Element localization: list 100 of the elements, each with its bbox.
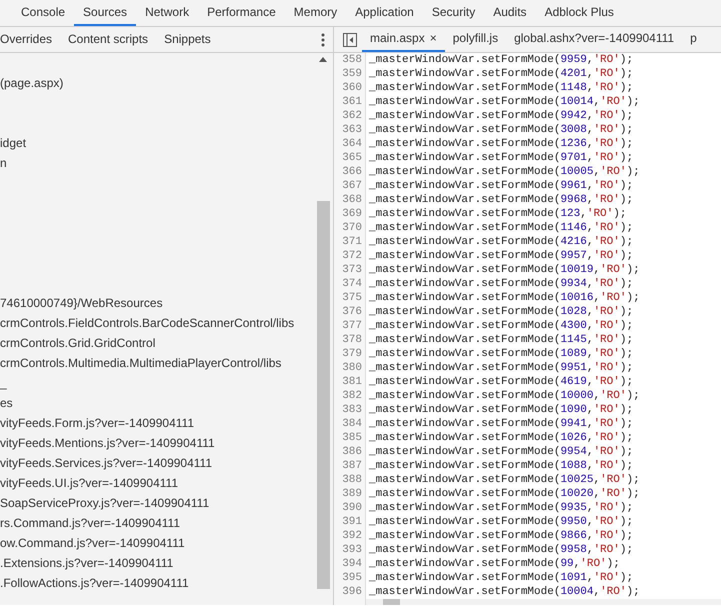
file-tab-label: global.ashx?ver=-1409904111 (514, 31, 674, 45)
line-number: 393 (341, 543, 363, 557)
tree-item[interactable]: ow.Command.js?ver=-1409904111 (0, 536, 185, 550)
panel-tab[interactable]: Security (422, 0, 484, 26)
code-line: _masterWindowVar.setFormMode(9866,'RO'); (368, 529, 634, 543)
line-number: 372 (341, 249, 363, 263)
tree-item[interactable]: rs.Command.js?ver=-1409904111 (0, 516, 180, 530)
file-tab-label: p (690, 31, 697, 45)
panel-tab[interactable]: Console (12, 0, 74, 26)
code-line: _masterWindowVar.setFormMode(1148,'RO'); (368, 81, 634, 95)
file-tab[interactable]: global.ashx?ver=-1409904111 (506, 26, 682, 52)
tree-item[interactable]: crmControls.Multimedia.MultimediaPlayerControl/libs (0, 356, 282, 370)
file-tab[interactable]: main.aspx × (362, 26, 445, 52)
line-number: 360 (341, 81, 363, 95)
tree-item[interactable]: es (0, 396, 13, 410)
code-line: _masterWindowVar.setFormMode(123,'RO'); (368, 207, 628, 221)
panel-tab[interactable]: Application (346, 0, 423, 26)
code-line: _masterWindowVar.setFormMode(9935,'RO'); (368, 501, 634, 515)
code-line: _masterWindowVar.setFormMode(9958,'RO'); (368, 543, 634, 557)
code-line: _masterWindowVar.setFormMode(9957,'RO'); (368, 249, 634, 263)
toggle-navigator-icon[interactable] (342, 32, 358, 48)
tree-item[interactable]: _ (0, 376, 7, 390)
tree-item[interactable]: .FollowActions.js?ver=-1409904111 (0, 576, 189, 590)
line-number: 390 (341, 501, 363, 515)
code-line: _masterWindowVar.setFormMode(9934,'RO'); (368, 277, 634, 291)
code-line: _masterWindowVar.setFormMode(9959,'RO'); (368, 53, 634, 67)
close-icon[interactable]: × (430, 31, 437, 45)
file-tab[interactable]: polyfill.js (444, 26, 506, 52)
panel-tab[interactable]: Audits (484, 0, 536, 26)
code-line: _masterWindowVar.setFormMode(10004,'RO'); (368, 585, 640, 599)
code-line: _masterWindowVar.setFormMode(4619,'RO'); (368, 375, 634, 389)
line-number: 391 (341, 515, 363, 529)
tree-item[interactable]: vityFeeds.Mentions.js?ver=-1409904111 (0, 436, 215, 450)
more-options-icon[interactable] (321, 32, 325, 46)
code-line: _masterWindowVar.setFormMode(4300,'RO'); (368, 319, 634, 333)
tree-item[interactable]: n (0, 156, 7, 170)
line-number: 373 (341, 263, 363, 277)
line-number: 383 (341, 403, 363, 417)
panel-tab[interactable]: Adblock Plus (536, 0, 623, 26)
code-line: _masterWindowVar.setFormMode(10025,'RO'); (368, 473, 640, 487)
code-line: _masterWindowVar.setFormMode(10000,'RO'); (368, 389, 640, 403)
code-line: _masterWindowVar.setFormMode(9951,'RO'); (368, 361, 634, 375)
file-tab-label: polyfill.js (452, 31, 498, 45)
navigator-tab[interactable]: Content scripts (60, 27, 156, 52)
line-number: 380 (341, 361, 363, 375)
tree-item[interactable]: SoapServiceProxy.js?ver=-1409904111 (0, 496, 210, 510)
navigator-tab[interactable]: Overrides (0, 27, 60, 52)
horizontal-scrollbar[interactable] (366, 599, 721, 605)
tree-item[interactable]: vityFeeds.Services.js?ver=-1409904111 (0, 456, 212, 470)
line-number: 358 (341, 53, 363, 67)
line-number: 365 (341, 151, 363, 165)
line-number: 396 (341, 585, 363, 599)
line-number: 377 (341, 319, 363, 333)
code-line: _masterWindowVar.setFormMode(10019,'RO'); (368, 263, 640, 277)
line-number: 379 (341, 347, 363, 361)
code-line: _masterWindowVar.setFormMode(1091,'RO'); (368, 571, 634, 585)
line-number: 362 (341, 109, 363, 123)
code-line: _masterWindowVar.setFormMode(10016,'RO'); (368, 291, 640, 305)
line-number: 387 (341, 459, 363, 473)
code-line: _masterWindowVar.setFormMode(3008,'RO'); (368, 123, 634, 137)
panel-tab[interactable]: Network (136, 0, 198, 26)
code-line: _masterWindowVar.setFormMode(9968,'RO'); (368, 193, 634, 207)
code-line: _masterWindowVar.setFormMode(1026,'RO'); (368, 431, 634, 445)
code-line: _masterWindowVar.setFormMode(9701,'RO'); (368, 151, 634, 165)
code-line: _masterWindowVar.setFormMode(10014,'RO'); (368, 95, 640, 109)
line-number: 376 (341, 305, 363, 319)
code-line: _masterWindowVar.setFormMode(1088,'RO'); (368, 459, 634, 473)
code-line: _masterWindowVar.setFormMode(4201,'RO'); (368, 67, 634, 81)
line-number: 384 (341, 417, 363, 431)
tree-item[interactable]: crmControls.FieldControls.BarCodeScannerControl/libs (0, 316, 294, 330)
line-number: 375 (341, 291, 363, 305)
line-number: 386 (341, 445, 363, 459)
tree-item[interactable]: vityFeeds.Form.js?ver=-1409904111 (0, 416, 194, 430)
line-number: 364 (341, 137, 363, 151)
tree-item[interactable]: 74610000749}/WebResources (0, 296, 163, 310)
tree-item[interactable]: .Extensions.js?ver=-1409904111 (0, 556, 174, 570)
file-tab[interactable]: p (682, 26, 705, 52)
line-number: 367 (341, 179, 363, 193)
code-line: _masterWindowVar.setFormMode(9954,'RO'); (368, 445, 634, 459)
panel-tab[interactable]: Performance (198, 0, 285, 26)
navigator-tab[interactable]: Snippets (156, 27, 219, 52)
code-line: _masterWindowVar.setFormMode(9942,'RO'); (368, 109, 634, 123)
line-number: 385 (341, 431, 363, 445)
code-line: _masterWindowVar.setFormMode(1089,'RO'); (368, 347, 634, 361)
line-number: 368 (341, 193, 363, 207)
tree-item[interactable]: crmControls.Grid.GridControl (0, 336, 156, 350)
line-number: 395 (341, 571, 363, 585)
line-number: 370 (341, 221, 363, 235)
panel-tab[interactable]: Memory (284, 0, 346, 26)
line-number: 363 (341, 123, 363, 137)
file-tab-label: main.aspx (370, 31, 425, 45)
tree-item[interactable]: vityFeeds.UI.js?ver=-1409904111 (0, 476, 178, 490)
tree-item[interactable]: (page.aspx) (0, 76, 64, 90)
line-number: 381 (341, 375, 363, 389)
line-number: 369 (341, 207, 363, 221)
line-number: 378 (341, 333, 363, 347)
line-number: 361 (341, 95, 363, 109)
scroll-up-arrow-icon[interactable] (319, 57, 327, 62)
line-number: 359 (341, 67, 363, 81)
tree-item[interactable]: idget (0, 136, 26, 150)
